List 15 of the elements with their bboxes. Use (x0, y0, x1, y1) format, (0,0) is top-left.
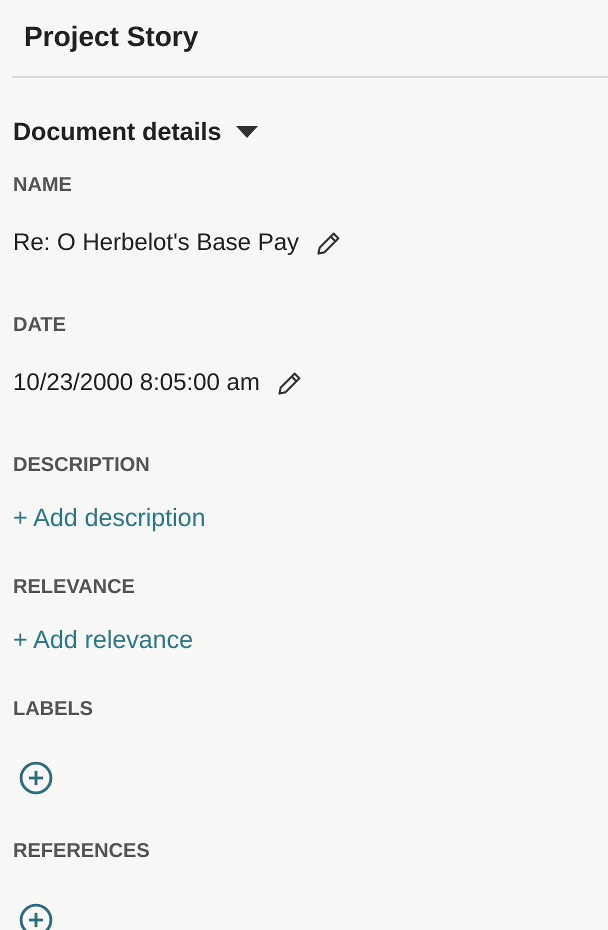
add-link[interactable]: + Add relevance (13, 626, 193, 654)
section-title[interactable]: Document details (13, 118, 222, 146)
add-link[interactable]: + Add description (13, 504, 206, 532)
field-label: DESCRIPTION (13, 453, 151, 478)
field-label: NAME (13, 173, 73, 198)
caret-icon[interactable] (235, 125, 260, 139)
add-icon[interactable] (19, 761, 53, 795)
field-label: LABELS (13, 697, 94, 722)
field-value: Re: O Herbelot's Base Pay (13, 229, 300, 257)
field-label: REFERENCES (13, 839, 151, 864)
field-label: DATE (13, 313, 67, 338)
add-icon[interactable] (19, 903, 53, 930)
field-value: 10/23/2000 8:05:00 am (13, 369, 260, 397)
panel-title: Project Story (24, 21, 198, 53)
field-label: RELEVANCE (13, 575, 136, 600)
